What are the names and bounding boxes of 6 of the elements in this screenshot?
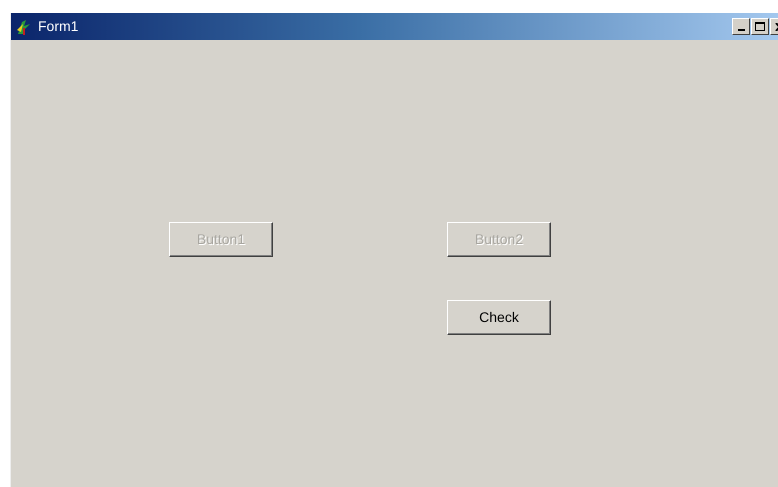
maximize-button[interactable] xyxy=(751,18,769,35)
form-button[interactable]: Check xyxy=(447,300,551,335)
maximize-icon xyxy=(755,22,765,31)
window-title: Form1 xyxy=(38,17,78,36)
minimize-icon xyxy=(738,28,744,30)
minimize-button[interactable] xyxy=(732,18,750,35)
